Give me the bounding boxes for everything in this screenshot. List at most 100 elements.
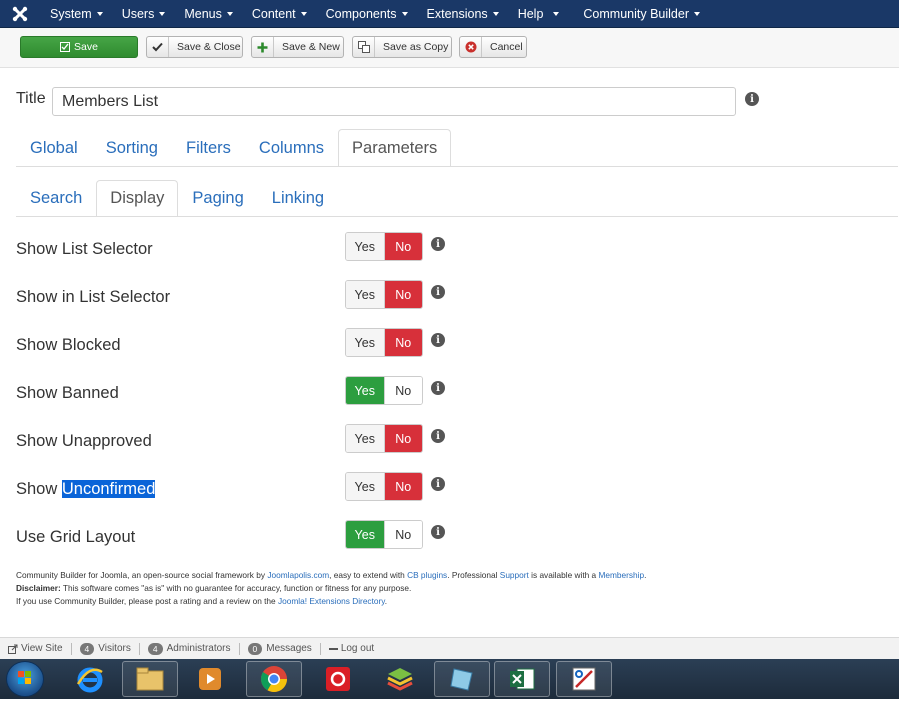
param-label: Show Banned (16, 384, 119, 402)
tab-columns[interactable]: Columns (245, 129, 338, 166)
info-icon[interactable]: i (431, 477, 445, 491)
view-site-link[interactable]: View Site (8, 643, 63, 654)
tab-linking[interactable]: Linking (258, 180, 338, 216)
menu-content[interactable]: Content (242, 0, 316, 28)
save-new-button[interactable]: Save & New (251, 36, 344, 58)
caret-down-icon (401, 11, 408, 16)
title-input[interactable]: Members List (52, 87, 736, 116)
toggle-yes[interactable]: Yes (346, 281, 384, 308)
info-icon[interactable]: i (431, 333, 445, 347)
support-link[interactable]: Support (500, 570, 529, 580)
tab-parameters[interactable]: Parameters (338, 129, 452, 166)
status-bar: View Site 4 Visitors 4 Administrators 0 Mes… (0, 637, 899, 659)
logout-link[interactable]: Log out (328, 643, 374, 654)
use-grid-layout-toggle[interactable]: Yes No (345, 520, 423, 549)
check-icon (147, 37, 169, 57)
info-icon[interactable]: i (431, 237, 445, 251)
cb-plugins-link[interactable]: CB plugins (407, 570, 447, 580)
param-label: Show Blocked (16, 336, 121, 354)
info-icon[interactable]: i (431, 381, 445, 395)
toggle-no[interactable]: No (384, 473, 422, 500)
show-blocked-toggle[interactable]: Yes No (345, 328, 423, 357)
visitors-count: 4 Visitors (79, 642, 131, 655)
jed-link[interactable]: Joomla! Extensions Directory (278, 596, 385, 606)
toggle-no[interactable]: No (384, 233, 422, 260)
toggle-yes[interactable]: Yes (346, 473, 384, 500)
toggle-no[interactable]: No (384, 329, 422, 356)
caret-down-icon (492, 11, 499, 16)
menu-help[interactable]: Help (508, 0, 574, 28)
toggle-yes[interactable]: Yes (346, 233, 384, 260)
show-unconfirmed-toggle[interactable]: Yes No (345, 472, 423, 501)
caret-down-icon (96, 11, 103, 16)
notepad-icon[interactable] (434, 661, 490, 697)
show-in-list-selector-toggle[interactable]: Yes No (345, 280, 423, 309)
excel-icon[interactable] (494, 661, 550, 697)
caret-down-icon (300, 11, 307, 16)
top-navbar: System Users Menus Content Components Ex… (0, 0, 899, 28)
caret-down-icon (694, 11, 700, 16)
save-close-button[interactable]: Save & Close (146, 36, 243, 58)
tab-filters[interactable]: Filters (172, 129, 245, 166)
tab-paging[interactable]: Paging (178, 180, 257, 216)
toolbar: Save Save & Close Save & New Save as Cop… (0, 28, 899, 68)
toggle-yes[interactable]: Yes (346, 329, 384, 356)
toggle-yes[interactable]: Yes (346, 377, 384, 404)
show-list-selector-toggle[interactable]: Yes No (345, 232, 423, 261)
tab-sorting[interactable]: Sorting (92, 129, 172, 166)
param-label: Use Grid Layout (16, 528, 136, 546)
menu-menus[interactable]: Menus (174, 0, 242, 28)
copy-icon (353, 37, 375, 57)
footer-text: Community Builder for Joomla, an open-so… (16, 570, 647, 606)
param-label: Show Unapproved (16, 432, 152, 450)
show-banned-toggle[interactable]: Yes No (345, 376, 423, 405)
info-icon[interactable]: i (431, 525, 445, 539)
menu-community-builder[interactable]: Community Builder (573, 0, 709, 28)
toggle-no[interactable]: No (384, 425, 422, 452)
toggle-yes[interactable]: Yes (346, 425, 384, 452)
param-label: Show in List Selector (16, 288, 171, 306)
bluestacks-icon[interactable] (372, 661, 428, 697)
menu-users[interactable]: Users (112, 0, 175, 28)
save-button[interactable]: Save (20, 36, 138, 58)
adobe-cc-icon[interactable] (310, 661, 366, 697)
caret-down-icon (226, 11, 233, 16)
tab-display[interactable]: Display (96, 180, 179, 216)
toggle-yes[interactable]: Yes (346, 521, 384, 548)
joomla-logo-icon[interactable] (0, 0, 40, 28)
info-icon[interactable]: i (431, 429, 445, 443)
media-player-icon[interactable] (182, 661, 238, 697)
show-unapproved-toggle[interactable]: Yes No (345, 424, 423, 453)
save-as-copy-button[interactable]: Save as Copy (352, 36, 452, 58)
menu-extensions[interactable]: Extensions (417, 0, 508, 28)
cancel-button[interactable]: Cancel (459, 36, 527, 58)
joomlapolis-link[interactable]: Joomlapolis.com (267, 570, 329, 580)
info-icon[interactable]: i (745, 92, 759, 106)
cancel-icon (460, 37, 482, 57)
external-link-icon (8, 644, 18, 654)
toggle-no[interactable]: No (384, 521, 422, 548)
title-label: Title (16, 90, 46, 107)
tab-global[interactable]: Global (16, 129, 92, 166)
messages-count[interactable]: 0 Messages (247, 642, 312, 655)
plus-icon (252, 37, 274, 57)
caret-down-icon (159, 11, 166, 16)
file-explorer-icon[interactable] (122, 661, 178, 697)
toggle-no[interactable]: No (384, 281, 422, 308)
start-button[interactable] (6, 661, 44, 697)
menu-system[interactable]: System (40, 0, 112, 28)
sub-tabs: Search Display Paging Linking (16, 180, 898, 217)
minus-icon (328, 647, 338, 650)
param-label: Show Unconfirmed (16, 480, 156, 498)
snipping-tool-icon[interactable] (556, 661, 612, 697)
chrome-icon[interactable] (246, 661, 302, 697)
toggle-no[interactable]: No (384, 377, 422, 404)
info-icon[interactable]: i (431, 285, 445, 299)
menu-components[interactable]: Components (316, 0, 417, 28)
windows-taskbar (0, 659, 899, 699)
tab-search[interactable]: Search (16, 180, 96, 216)
ie-icon[interactable] (62, 661, 118, 697)
administrators-count: 4 Administrators (147, 642, 231, 655)
membership-link[interactable]: Membership (598, 570, 644, 580)
param-label: Show List Selector (16, 240, 153, 258)
